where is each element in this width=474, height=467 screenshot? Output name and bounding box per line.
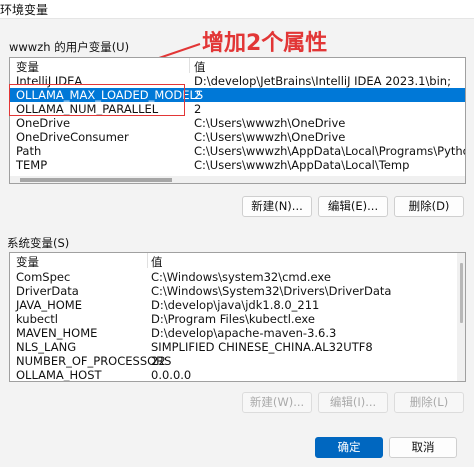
system-row-name: MAVEN_HOME	[16, 326, 98, 340]
column-separator	[147, 253, 148, 268]
system-row-value: C:\Windows\system32\cmd.exe	[151, 270, 331, 284]
user-row-name: TEMP	[16, 158, 48, 172]
ok-button[interactable]: 确定	[315, 437, 383, 458]
system-row-value: SIMPLIFIED CHINESE_CHINA.AL32UTF8	[151, 340, 373, 354]
user-row-path[interactable]: Path C:\Users\wwwzh\AppData\Local\Progra…	[10, 144, 465, 158]
system-list-header: 变量 值	[10, 253, 465, 270]
user-row-name: OneDriveConsumer	[16, 130, 129, 144]
user-row-temp[interactable]: TEMP C:\Users\wwwzh\AppData\Local\Temp	[10, 158, 465, 172]
user-column-value[interactable]: 值	[194, 59, 206, 75]
system-row-value: D:\develop\java\jdk1.8.0_211	[151, 298, 320, 312]
system-row-maven-home[interactable]: MAVEN_HOME D:\develop\apache-maven-3.6.3	[10, 326, 465, 340]
system-row-kubectl[interactable]: kubectl D:\Program Files\kubectl.exe	[10, 312, 465, 326]
user-variables-list[interactable]: 变量 值 IntelliJ IDEA D:\develop\JetBrains\…	[9, 57, 466, 184]
system-delete-button[interactable]: 删除(L)	[394, 392, 464, 413]
annotation-highlight-box	[9, 84, 185, 116]
user-row-name: Path	[16, 144, 42, 158]
system-row-nls-lang[interactable]: NLS_LANG SIMPLIFIED CHINESE_CHINA.AL32UT…	[10, 340, 465, 354]
system-column-value[interactable]: 值	[151, 254, 163, 270]
user-row-onedrive[interactable]: OneDrive C:\Users\wwwzh\OneDrive	[10, 116, 465, 130]
user-column-variable[interactable]: 变量	[16, 59, 39, 75]
user-row-value: D:\develop\JetBrains\IntelliJ IDEA 2023.…	[194, 74, 451, 88]
system-edit-button[interactable]: 编辑(I)...	[318, 392, 388, 413]
system-list-vertical-scrollbar[interactable]	[457, 253, 465, 381]
system-row-value: 0.0.0.0	[151, 368, 192, 382]
cancel-button[interactable]: 取消	[389, 437, 457, 458]
scrollbar-thumb[interactable]	[460, 263, 463, 323]
user-delete-button[interactable]: 删除(D)	[394, 196, 464, 217]
system-row-value: C:\Windows\System32\Drivers\DriverData	[151, 284, 392, 298]
system-row-name: JAVA_HOME	[16, 298, 82, 312]
system-row-name: OLLAMA_HOST	[16, 368, 102, 382]
user-row-value: 2	[194, 102, 202, 116]
system-row-name: NUMBER_OF_PROCESSORS	[16, 354, 172, 368]
system-row-value: D:\Program Files\kubectl.exe	[151, 312, 315, 326]
system-row-ollama-host[interactable]: OLLAMA_HOST 0.0.0.0	[10, 368, 465, 382]
system-row-name: kubectl	[16, 312, 58, 326]
system-row-number-of-processors[interactable]: NUMBER_OF_PROCESSORS 22	[10, 354, 465, 368]
user-row-onedrive-consumer[interactable]: OneDriveConsumer C:\Users\wwwzh\OneDrive	[10, 130, 465, 144]
system-row-value: 22	[151, 354, 166, 368]
system-row-driverdata[interactable]: DriverData C:\Windows\System32\Drivers\D…	[10, 284, 465, 298]
system-row-name: ComSpec	[16, 270, 71, 284]
user-row-name: OneDrive	[16, 116, 71, 130]
system-variables-label: 系统变量(S)	[7, 236, 70, 250]
user-list-horizontal-scrollbar[interactable]	[10, 176, 465, 183]
user-row-value: C:\Users\wwwzh\AppData\Local\Temp	[194, 158, 410, 172]
user-new-button[interactable]: 新建(N)...	[242, 196, 312, 217]
user-edit-button[interactable]: 编辑(E)...	[318, 196, 388, 217]
system-row-name: DriverData	[16, 284, 79, 298]
user-row-value: 2	[194, 88, 202, 102]
system-row-name: NLS_LANG	[16, 340, 77, 354]
system-column-variable[interactable]: 变量	[16, 254, 39, 270]
system-variables-list[interactable]: 变量 值 ComSpec C:\Windows\system32\cmd.exe…	[9, 252, 466, 382]
system-row-comspec[interactable]: ComSpec C:\Windows\system32\cmd.exe	[10, 270, 465, 284]
scrollbar-thumb[interactable]	[20, 178, 172, 182]
user-list-header: 变量 值	[10, 58, 465, 75]
user-row-value: C:\Users\wwwzh\OneDrive	[194, 116, 346, 130]
column-separator	[189, 58, 190, 73]
system-row-java-home[interactable]: JAVA_HOME D:\develop\java\jdk1.8.0_211	[10, 298, 465, 312]
user-row-value: C:\Users\wwwzh\AppData\Local\Programs\Py…	[194, 144, 465, 158]
system-new-button[interactable]: 新建(W)...	[242, 392, 312, 413]
user-row-value: C:\Users\wwwzh\OneDrive	[194, 130, 346, 144]
user-variables-label: wwwzh 的用户变量(U)	[9, 40, 130, 54]
system-row-value: D:\develop\apache-maven-3.6.3	[151, 326, 337, 340]
